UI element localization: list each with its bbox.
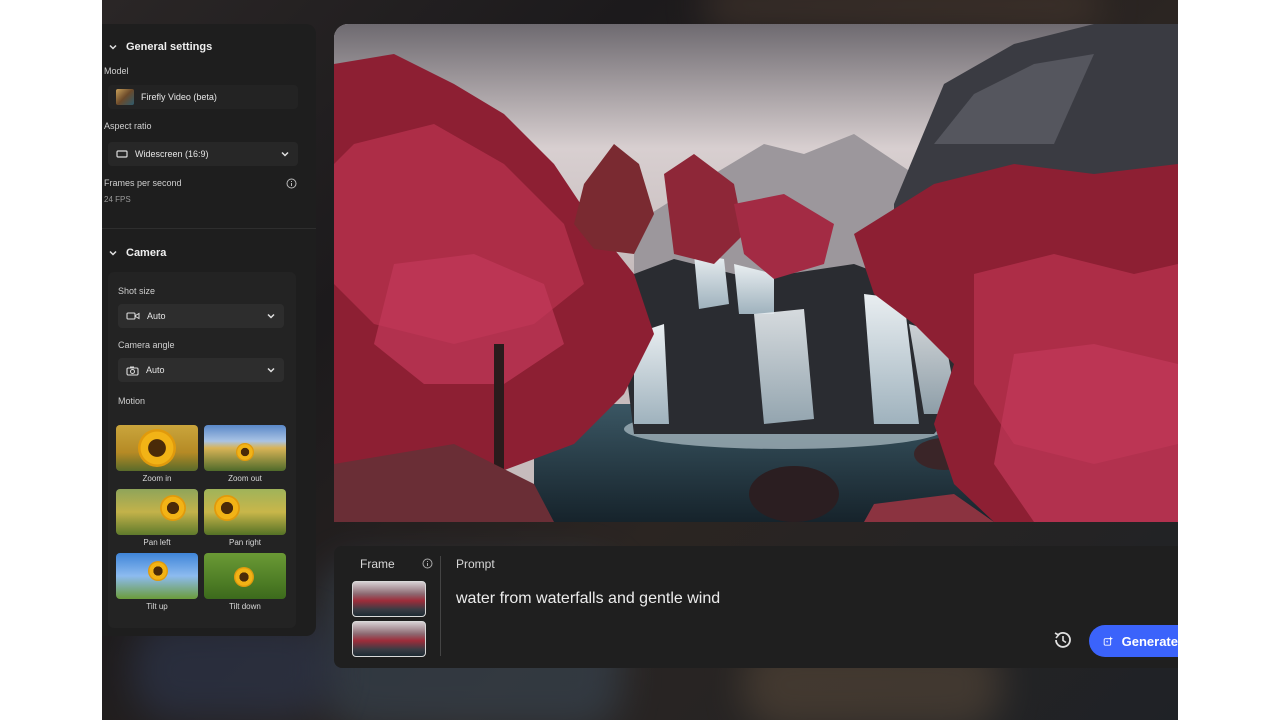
last-frame-thumbnail[interactable] xyxy=(352,621,426,657)
motion-tilt-down-label: Tilt down xyxy=(229,602,261,611)
sunflower-image xyxy=(214,495,240,521)
prompt-bar: Frame Prompt water from waterfalls and g… xyxy=(334,546,1178,668)
camera-title: Camera xyxy=(126,247,167,259)
frame-divider xyxy=(440,556,441,656)
model-label: Model xyxy=(104,66,129,76)
motion-pan-right-label: Pan right xyxy=(228,538,262,547)
video-camera-icon xyxy=(126,312,140,320)
sunflower-image xyxy=(160,495,186,521)
generate-label: Generate xyxy=(1121,633,1178,649)
generate-sparkle-icon xyxy=(1103,636,1114,646)
camera-header[interactable]: Camera xyxy=(108,247,166,259)
motion-zoom-out-label: Zoom out xyxy=(228,474,262,483)
sunflower-image xyxy=(138,429,176,467)
widescreen-icon xyxy=(116,150,128,158)
chevron-down-icon xyxy=(267,313,275,319)
info-icon[interactable] xyxy=(286,178,297,189)
motion-tilt-up-label: Tilt up xyxy=(146,602,168,611)
shot-size-value: Auto xyxy=(147,311,166,321)
chevron-down-icon xyxy=(281,151,289,157)
motion-zoom-in-label: Zoom in xyxy=(142,474,172,483)
generate-button[interactable]: Generate xyxy=(1089,625,1178,657)
model-thumbnail xyxy=(116,89,134,105)
prompt-label: Prompt xyxy=(456,557,495,571)
camera-angle-value: Auto xyxy=(146,365,165,375)
section-divider xyxy=(102,228,316,229)
motion-pan-right-tile[interactable] xyxy=(204,489,286,535)
fps-label: Frames per second xyxy=(104,178,182,188)
general-settings-title: General settings xyxy=(126,41,213,53)
camera-angle-dropdown[interactable]: Auto xyxy=(118,358,284,382)
motion-zoom-in-tile[interactable] xyxy=(116,425,198,471)
prompt-input[interactable]: water from waterfalls and gentle wind xyxy=(456,590,720,608)
settings-panel: General settings Model Firefly Video (be… xyxy=(102,24,316,636)
camera-angle-label: Camera angle xyxy=(118,340,175,350)
shot-size-dropdown[interactable]: Auto xyxy=(118,304,284,328)
motion-pan-left-tile[interactable] xyxy=(116,489,198,535)
info-icon[interactable] xyxy=(422,558,433,569)
frame-label: Frame xyxy=(360,557,395,571)
model-selector[interactable]: Firefly Video (beta) xyxy=(108,85,298,109)
sunflower-image xyxy=(234,567,254,587)
motion-label: Motion xyxy=(118,396,146,406)
shot-size-label: Shot size xyxy=(118,286,156,296)
chevron-down-icon xyxy=(267,367,275,373)
aspect-ratio-value: Widescreen (16:9) xyxy=(135,149,209,159)
model-value: Firefly Video (beta) xyxy=(141,92,217,102)
chevron-down-icon xyxy=(109,250,117,256)
first-frame-thumbnail[interactable] xyxy=(352,581,426,617)
camera-icon xyxy=(126,366,139,376)
aspect-ratio-label: Aspect ratio xyxy=(104,121,152,131)
video-preview[interactable] xyxy=(334,24,1178,522)
motion-tilt-up-tile[interactable] xyxy=(116,553,198,599)
camera-settings-box: Shot size Auto Camera angle Auto Motion … xyxy=(108,272,296,628)
chevron-down-icon xyxy=(109,44,117,50)
history-icon[interactable] xyxy=(1052,629,1074,651)
waterfall-scene-image xyxy=(334,24,1178,522)
fps-value: 24 FPS xyxy=(104,195,131,204)
general-settings-header[interactable]: General settings xyxy=(108,41,212,53)
motion-zoom-out-tile[interactable] xyxy=(204,425,286,471)
motion-tilt-down-tile[interactable] xyxy=(204,553,286,599)
sunflower-image xyxy=(236,443,254,461)
motion-pan-left-label: Pan left xyxy=(143,538,171,547)
sunflower-image xyxy=(148,561,168,581)
aspect-ratio-dropdown[interactable]: Widescreen (16:9) xyxy=(108,142,298,166)
